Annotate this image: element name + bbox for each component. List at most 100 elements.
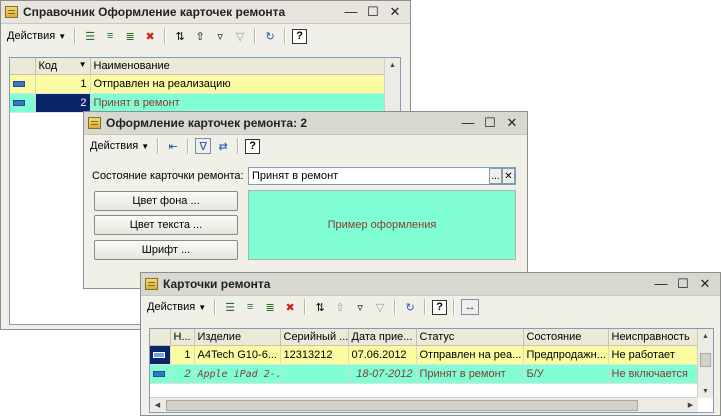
- filter-off-icon[interactable]: ▽: [232, 28, 248, 44]
- scroll-left-icon[interactable]: ◀: [150, 398, 165, 412]
- minimize-icon[interactable]: —: [650, 276, 672, 292]
- clear-icon[interactable]: ✕: [502, 168, 515, 184]
- serial-column-header[interactable]: Серийный ...: [280, 329, 349, 346]
- delete-icon[interactable]: ✖: [282, 299, 298, 315]
- hierarchy-icon[interactable]: ⇅: [172, 28, 188, 44]
- catalog-toolbar: Действия ▼ ☰ ≡ ≣ ✖ ⇅ ⇧ ▿ ▽ ↻ ?: [3, 25, 408, 47]
- maximize-icon[interactable]: ☐: [672, 276, 694, 292]
- actions-label: Действия: [7, 30, 56, 42]
- table-row[interactable]: 1 A4Tech G10-6... 12313212 07.06.2012 От…: [150, 345, 700, 365]
- table-row[interactable]: 2 Apple iPad 2-... 18-07-2012 Принят в р…: [150, 364, 700, 384]
- minimize-icon[interactable]: —: [340, 4, 362, 20]
- font-button[interactable]: Шрифт ...: [94, 240, 238, 260]
- minimize-icon[interactable]: —: [457, 115, 479, 131]
- scroll-up-icon[interactable]: ▲: [698, 329, 713, 343]
- text-color-button[interactable]: Цвет текста ...: [94, 215, 238, 235]
- add-icon[interactable]: ☰: [222, 299, 238, 315]
- window-title: Карточки ремонта: [163, 277, 271, 291]
- fault-cell: Не включается: [608, 364, 700, 384]
- copy-icon[interactable]: ≣: [122, 28, 138, 44]
- item-cell: A4Tech G10-6...: [194, 345, 281, 365]
- add-group-icon[interactable]: ≡: [242, 299, 258, 315]
- close-icon[interactable]: ✕: [501, 115, 523, 131]
- go-to-icon[interactable]: ⇄: [215, 138, 231, 154]
- item-column-header[interactable]: Изделие: [194, 329, 281, 346]
- icon-column-header: [10, 58, 36, 75]
- bg-color-button[interactable]: Цвет фона ...: [94, 191, 238, 211]
- help-icon[interactable]: ?: [245, 138, 261, 154]
- date-cell: 07.06.2012: [348, 345, 417, 365]
- row-icon-cell: [10, 74, 36, 94]
- date-column-header[interactable]: Дата прие...: [348, 329, 417, 346]
- number-cell: 2: [170, 364, 195, 384]
- state-value: Принят в ремонт: [252, 170, 339, 182]
- catalog-icon: [145, 278, 158, 290]
- table-row[interactable]: 2 Принят в ремонт: [10, 93, 385, 113]
- history-icon[interactable]: ∇: [195, 138, 212, 154]
- state-cell: Предпродажн...: [523, 345, 609, 365]
- add-icon[interactable]: ☰: [82, 28, 98, 44]
- row-icon-cell: [10, 93, 36, 113]
- filter-icon[interactable]: ▿: [212, 28, 228, 44]
- scroll-right-icon[interactable]: ▶: [683, 398, 698, 412]
- refresh-icon[interactable]: ↻: [262, 28, 278, 44]
- select-button[interactable]: ...: [489, 168, 502, 184]
- code-cell: 1: [35, 74, 91, 94]
- name-column-header[interactable]: Наименование: [90, 58, 385, 75]
- chevron-down-icon: ▼: [141, 141, 150, 151]
- scroll-thumb[interactable]: [166, 400, 638, 411]
- number-cell: 1: [170, 345, 195, 365]
- close-icon[interactable]: ✕: [694, 276, 716, 292]
- scroll-thumb[interactable]: [700, 353, 711, 367]
- state-field[interactable]: Принят в ремонт ... ✕: [248, 167, 516, 185]
- filter-off-icon[interactable]: ▽: [372, 299, 388, 315]
- format-titlebar[interactable]: Оформление карточек ремонта: 2 — ☐ ✕: [84, 112, 527, 135]
- back-arrow-icon[interactable]: ⇤: [165, 138, 181, 154]
- maximize-icon[interactable]: ☐: [479, 115, 501, 131]
- maximize-icon[interactable]: ☐: [362, 4, 384, 20]
- code-column-header[interactable]: Код ▼: [35, 58, 91, 75]
- level-up-icon[interactable]: ⇧: [192, 28, 208, 44]
- refresh-icon[interactable]: ↻: [402, 299, 418, 315]
- actions-menu[interactable]: Действия ▼: [86, 140, 153, 152]
- status-column-header[interactable]: Статус: [416, 329, 524, 346]
- row-icon-cell: [150, 364, 171, 384]
- item-icon: [13, 81, 25, 88]
- delete-icon[interactable]: ✖: [142, 28, 158, 44]
- state-cell: Б/У: [523, 364, 609, 384]
- fault-cell: Не работает: [608, 345, 700, 365]
- item-icon: [153, 371, 165, 378]
- horizontal-scrollbar[interactable]: ◀ ▶: [150, 397, 698, 412]
- catalog-titlebar[interactable]: Справочник Оформление карточек ремонта —…: [1, 1, 410, 24]
- copy-icon[interactable]: ≣: [262, 299, 278, 315]
- actions-label: Действия: [90, 140, 139, 152]
- actions-menu[interactable]: Действия ▼: [143, 301, 210, 313]
- resize-columns-icon[interactable]: ↔: [461, 299, 480, 315]
- state-label: Состояние карточки ремонта:: [92, 170, 244, 182]
- repair-cards-titlebar[interactable]: Карточки ремонта — ☐ ✕: [141, 273, 720, 296]
- table-header: Н... Изделие Серийный ... Дата прие... С…: [150, 329, 700, 346]
- repair-cards-grid: Н... Изделие Серийный ... Дата прие... С…: [149, 328, 714, 413]
- format-window: Оформление карточек ремонта: 2 — ☐ ✕ Дей…: [83, 111, 528, 289]
- scroll-down-icon[interactable]: ▼: [698, 384, 713, 398]
- close-icon[interactable]: ✕: [384, 4, 406, 20]
- date-cell: 18-07-2012: [348, 364, 417, 384]
- filter-icon[interactable]: ▿: [352, 299, 368, 315]
- hierarchy-icon[interactable]: ⇅: [312, 299, 328, 315]
- table-row[interactable]: 1 Отправлен на реализацию: [10, 74, 385, 94]
- level-up-icon[interactable]: ⇧: [332, 299, 348, 315]
- fault-column-header[interactable]: Неисправность: [608, 329, 700, 346]
- serial-cell: 12313212: [280, 345, 349, 365]
- number-column-header[interactable]: Н...: [170, 329, 195, 346]
- help-icon[interactable]: ?: [292, 28, 308, 44]
- name-cell: Принят в ремонт: [90, 93, 385, 113]
- actions-menu[interactable]: Действия ▼: [3, 30, 70, 42]
- help-icon[interactable]: ?: [432, 299, 448, 315]
- vertical-scrollbar[interactable]: ▲ ▼: [697, 329, 713, 398]
- repair-cards-toolbar: Действия ▼ ☰ ≡ ≣ ✖ ⇅ ⇧ ▿ ▽ ↻ ? ↔: [143, 296, 718, 318]
- state-column-header[interactable]: Состояние: [523, 329, 609, 346]
- actions-label: Действия: [147, 301, 196, 313]
- serial-cell: [280, 364, 349, 384]
- scroll-up-icon[interactable]: ▲: [385, 58, 400, 72]
- add-group-icon[interactable]: ≡: [102, 28, 118, 44]
